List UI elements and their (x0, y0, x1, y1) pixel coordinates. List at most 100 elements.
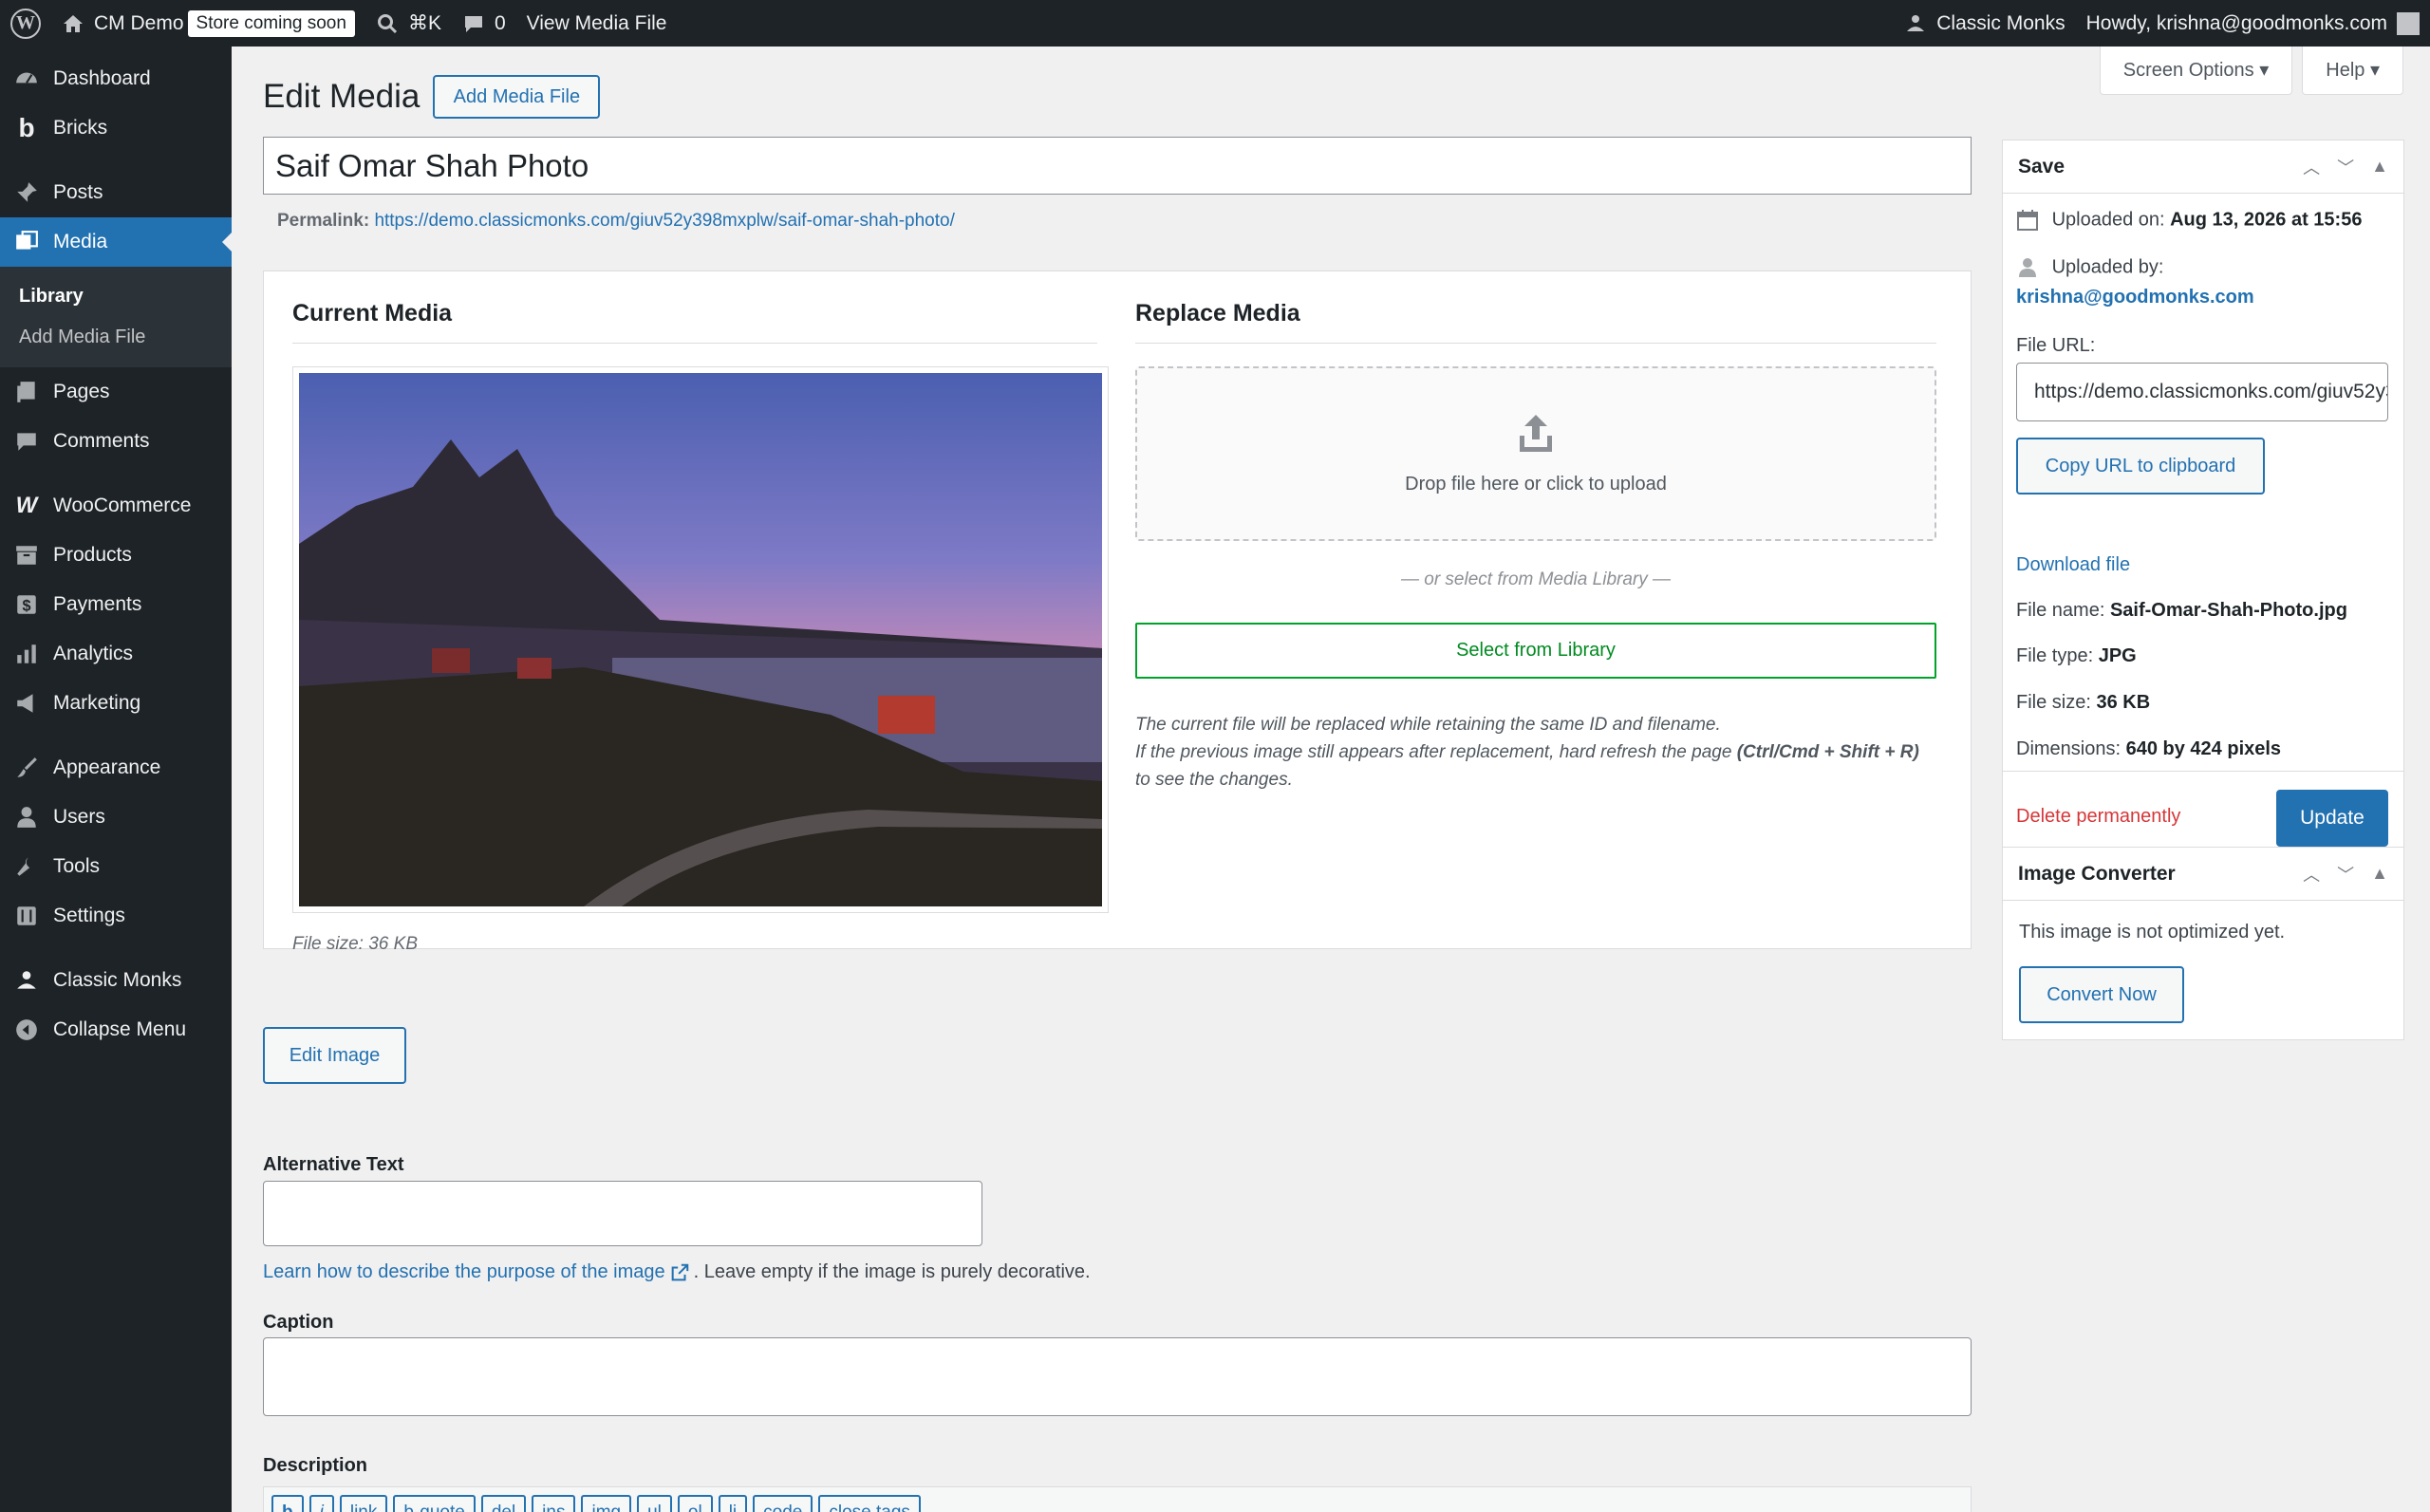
current-file-size: File size: 36 KB (292, 934, 418, 954)
qt-del-button[interactable]: del (480, 1495, 527, 1512)
landscape-photo (299, 373, 1102, 906)
replace-media-section: Replace Media Drop file here or click to… (1135, 300, 1936, 793)
alt-text-input[interactable] (263, 1181, 982, 1246)
qt-ins-button[interactable]: ins (532, 1495, 576, 1512)
select-from-library-button[interactable]: Select from Library (1135, 623, 1936, 679)
submenu-add-media-file[interactable]: Add Media File (0, 317, 232, 358)
home-icon (62, 12, 84, 35)
help-button[interactable]: Help ▾ (2302, 47, 2403, 95)
permalink-url[interactable]: https://demo.classicmonks.com/giuv52y398… (374, 211, 954, 231)
caption-input[interactable] (263, 1337, 1972, 1416)
media-replace-panel: Current Media File size: 36 KB Replace M… (263, 271, 1972, 954)
move-down-icon[interactable]: ﹀ (2337, 155, 2354, 179)
calendar-icon (2016, 209, 2039, 232)
media-submenu: Library Add Media File (0, 267, 232, 367)
comments-link[interactable]: 0 (452, 0, 516, 47)
sidebar-item-marketing[interactable]: Marketing (0, 679, 232, 728)
account-menu[interactable]: Howdy, krishna@goodmonks.com (2076, 0, 2430, 47)
save-box: Save ︿ ﹀ ▲ Uploaded on: Aug 13, 2026 at … (2002, 140, 2404, 815)
sidebar-item-settings[interactable]: Settings (0, 891, 232, 941)
convert-now-button[interactable]: Convert Now (2019, 966, 2184, 1023)
upload-dropzone[interactable]: Drop file here or click to upload (1135, 366, 1936, 541)
submenu-library[interactable]: Library (0, 276, 232, 317)
uploaded-on-row: Uploaded on: Aug 13, 2026 at 15:56 (2016, 209, 2362, 232)
image-converter-box: Image Converter ︿ ﹀ ▲ This image is not … (2002, 847, 2404, 1040)
command-palette-button[interactable]: ⌘K (365, 0, 452, 47)
dimensions-row: Dimensions: 640 by 424 pixels (2016, 738, 2282, 759)
sidebar-item-woocommerce[interactable]: W WooCommerce (0, 481, 232, 531)
download-row: Download file (2016, 554, 2130, 576)
alt-text-help-link[interactable]: Learn how to describe the purpose of the… (263, 1261, 665, 1282)
pages-icon (13, 379, 40, 405)
bar-chart-icon (13, 641, 40, 667)
file-url-label: File URL: (2016, 335, 2096, 356)
sidebar-item-posts[interactable]: Posts (0, 168, 232, 217)
current-media-section: Current Media File size: 36 KB (292, 300, 1109, 955)
save-box-title: Save (2018, 155, 2066, 177)
store-status-badge[interactable]: Store coming soon (187, 9, 355, 37)
sidebar-item-media[interactable]: Media (0, 217, 232, 267)
sidebar-item-products[interactable]: Products (0, 531, 232, 580)
qt-link-button[interactable]: link (339, 1495, 388, 1512)
file-url-input[interactable]: https://demo.classicmonks.com/giuv52y398… (2016, 363, 2388, 421)
replace-note: The current file will be replaced while … (1135, 715, 1919, 790)
caption-label: Caption (263, 1312, 334, 1333)
sidebar-item-bricks[interactable]: b Bricks (0, 103, 232, 153)
qt-img-button[interactable]: img (581, 1495, 632, 1512)
classic-monks-link[interactable]: Classic Monks (1894, 0, 2075, 47)
sidebar-item-users[interactable]: Users (0, 793, 232, 842)
sidebar-item-payments[interactable]: $ Payments (0, 580, 232, 629)
file-name-row: File name: Saif-Omar-Shah-Photo.jpg (2016, 600, 2347, 621)
page-title: Edit Media (263, 78, 421, 115)
qt-ul-button[interactable]: ul (637, 1495, 672, 1512)
download-file-link[interactable]: Download file (2016, 554, 2130, 575)
sidebar-item-appearance[interactable]: Appearance (0, 743, 232, 793)
sidebar-item-tools[interactable]: Tools (0, 842, 232, 891)
screen-meta-links: Screen Options ▾ Help ▾ (2099, 47, 2403, 95)
dropzone-text: Drop file here or click to upload (1405, 473, 1667, 495)
wordpress-logo-icon[interactable]: W (0, 0, 51, 47)
sidebar-item-pages[interactable]: Pages (0, 367, 232, 417)
toggle-panel-icon[interactable]: ▲ (2371, 157, 2388, 177)
qt-bold-button[interactable]: b (271, 1495, 304, 1512)
copy-url-button[interactable]: Copy URL to clipboard (2016, 438, 2265, 495)
title-input[interactable]: Saif Omar Shah Photo (263, 137, 1972, 195)
monk-icon (1904, 12, 1927, 35)
qt-code-button[interactable]: code (753, 1495, 813, 1512)
site-name-link[interactable]: CM Demo Store coming soon (51, 0, 365, 47)
sidebar-item-dashboard[interactable]: Dashboard (0, 54, 232, 103)
alt-text-label: Alternative Text (263, 1154, 404, 1175)
megaphone-icon (13, 690, 40, 717)
update-button[interactable]: Update (2276, 790, 2388, 847)
qt-li-button[interactable]: li (718, 1495, 748, 1512)
sidebar-item-analytics[interactable]: Analytics (0, 629, 232, 679)
settings-icon (13, 903, 40, 929)
qt-close-tags-button[interactable]: close tags (818, 1495, 921, 1512)
qt-ol-button[interactable]: ol (677, 1495, 713, 1512)
qt-italic-button[interactable]: i (308, 1495, 334, 1512)
monk-icon (13, 967, 40, 994)
converter-status: This image is not optimized yet. (2019, 922, 2286, 943)
view-media-link[interactable]: View Media File (516, 0, 678, 47)
dollar-icon: $ (13, 591, 40, 618)
sidebar-item-comments[interactable]: Comments (0, 417, 232, 466)
search-icon (376, 12, 399, 35)
admin-sidebar: Dashboard b Bricks Posts Media Library A… (0, 47, 232, 1512)
add-media-file-button[interactable]: Add Media File (433, 75, 601, 119)
toggle-panel-icon[interactable]: ▲ (2371, 864, 2388, 884)
move-up-icon[interactable]: ︿ (2303, 862, 2320, 887)
sidebar-item-classic-monks[interactable]: Classic Monks (0, 956, 232, 1005)
move-down-icon[interactable]: ﹀ (2337, 862, 2354, 887)
collapse-icon (13, 1017, 40, 1043)
screen-options-button[interactable]: Screen Options ▾ (2099, 47, 2293, 95)
uploader-link[interactable]: krishna@goodmonks.com (2016, 287, 2254, 308)
description-label: Description (263, 1455, 368, 1476)
move-up-icon[interactable]: ︿ (2303, 155, 2320, 179)
qt-blockquote-button[interactable]: b-quote (393, 1495, 476, 1512)
pin-icon (13, 179, 40, 206)
current-media-heading: Current Media (292, 300, 453, 327)
edit-image-button[interactable]: Edit Image (263, 1027, 406, 1084)
delete-permanently-link[interactable]: Delete permanently (2016, 806, 2180, 828)
collapse-menu-button[interactable]: Collapse Menu (0, 1005, 232, 1055)
svg-text:$: $ (22, 598, 30, 615)
